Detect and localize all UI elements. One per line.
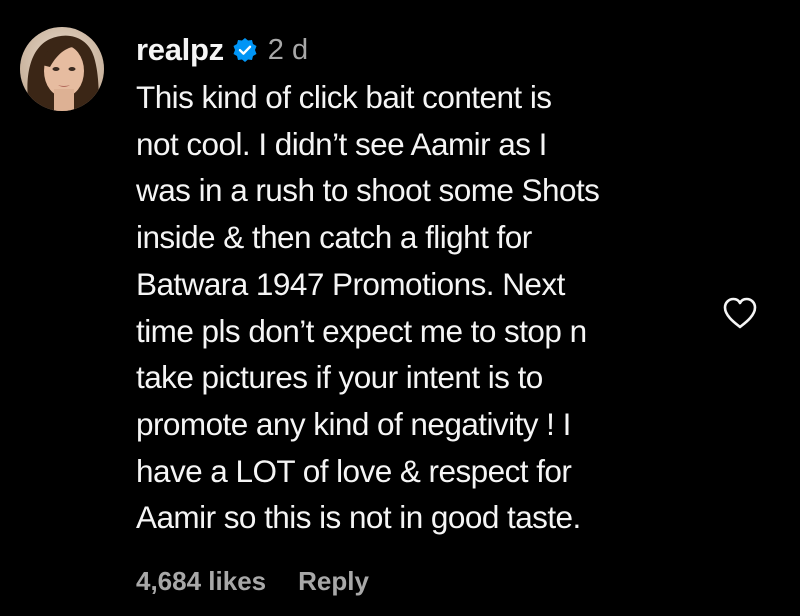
username[interactable]: realpz — [136, 32, 224, 68]
comment-text-line: time pls don’t expect me to stop n — [136, 312, 587, 349]
verified-badge-icon — [232, 37, 258, 63]
comment: realpz 2 d This kind of click bait conte… — [0, 0, 800, 616]
avatar-image — [20, 27, 104, 111]
comment-text-line: take pictures if your intent is to — [136, 359, 543, 396]
comment-text-line: promote any kind of negativity ! I — [136, 405, 571, 442]
comment-content: realpz 2 d This kind of click bait conte… — [136, 26, 706, 541]
reply-button[interactable]: Reply — [298, 566, 369, 597]
comment-text-line: Batwara 1947 Promotions. Next — [136, 265, 565, 302]
comment-text-line: This kind of click bait content is — [136, 79, 552, 115]
heart-icon[interactable] — [722, 296, 758, 330]
comment-text: This kind of click bait content is not c… — [136, 74, 706, 541]
comment-text-line: inside & then catch a flight for — [136, 219, 532, 256]
avatar[interactable] — [20, 27, 104, 111]
comment-text-line: was in a rush to shoot some Shots — [136, 172, 600, 209]
comment-footer: 4,684 likes Reply — [136, 566, 369, 597]
comment-header: realpz 2 d — [136, 26, 706, 74]
timestamp: 2 d — [267, 33, 309, 66]
comment-text-line: Aamir so this is not in good taste. — [136, 499, 581, 536]
likes-count[interactable]: 4,684 likes — [136, 566, 266, 597]
comment-text-line: have a LOT of love & respect for — [136, 452, 572, 489]
comment-text-line: not cool. I didn’t see Aamir as I — [136, 125, 547, 162]
